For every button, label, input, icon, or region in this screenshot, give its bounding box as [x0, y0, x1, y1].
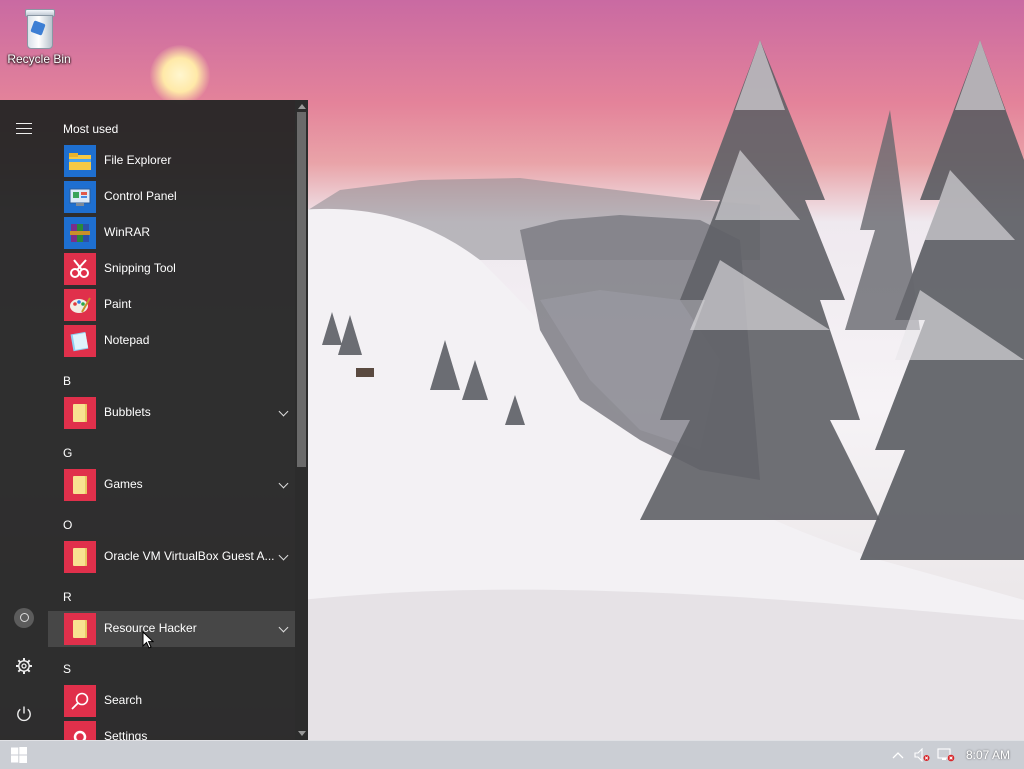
start-menu: Most used File Explorer Control Panel Wi…	[0, 100, 308, 740]
app-label: Bubblets	[104, 405, 151, 419]
group-letter-o[interactable]: O	[63, 518, 72, 532]
group-letter-r[interactable]: R	[63, 590, 72, 604]
notepad-icon	[64, 325, 96, 357]
app-snipping-tool[interactable]: Snipping Tool	[48, 251, 295, 287]
app-file-explorer[interactable]: File Explorer	[48, 143, 295, 179]
folder-icon	[64, 469, 96, 501]
search-icon	[64, 685, 96, 717]
scrollbar-thumb[interactable]	[297, 112, 306, 467]
settings-icon	[64, 721, 96, 740]
app-list: Most used File Explorer Control Panel Wi…	[48, 100, 295, 740]
start-rail	[0, 100, 48, 740]
chevron-down-icon	[278, 550, 289, 561]
start-button[interactable]	[0, 741, 38, 769]
app-label: Notepad	[104, 333, 150, 347]
control-panel-icon	[64, 181, 96, 213]
power-icon	[17, 706, 31, 722]
app-label: Search	[104, 693, 143, 707]
app-label: WinRAR	[104, 225, 151, 239]
app-label: Oracle VM VirtualBox Guest A...	[104, 549, 275, 563]
recycle-bin-icon	[22, 6, 56, 50]
recycle-bin-shortcut[interactable]: Recycle Bin	[4, 4, 74, 66]
most-used-header: Most used	[63, 122, 119, 136]
taskbar: 8:07 AM	[0, 740, 1024, 769]
group-letter-b[interactable]: B	[63, 374, 71, 388]
app-settings[interactable]: Settings	[48, 719, 295, 740]
app-folder-bubblets[interactable]: Bubblets	[48, 395, 295, 431]
power-button[interactable]	[0, 690, 48, 738]
app-folder-resource-hacker[interactable]: Resource Hacker	[48, 611, 295, 647]
volume-muted-icon	[914, 748, 930, 762]
chevron-up-icon	[892, 752, 904, 759]
user-account-button[interactable]	[0, 594, 48, 642]
chevron-down-icon	[278, 478, 289, 489]
app-folder-oracle-vm-virtualbox[interactable]: Oracle VM VirtualBox Guest A...	[48, 539, 295, 575]
scroll-up-arrow-icon[interactable]	[298, 104, 306, 109]
show-hidden-icons-button[interactable]	[886, 741, 910, 769]
app-winrar[interactable]: WinRAR	[48, 215, 295, 251]
folder-icon	[64, 613, 96, 645]
app-notepad[interactable]: Notepad	[48, 323, 295, 359]
app-label: Paint	[104, 297, 132, 311]
app-search[interactable]: Search	[48, 683, 295, 719]
system-tray: 8:07 AM	[886, 741, 1024, 769]
gear-icon	[16, 658, 32, 674]
chevron-down-icon	[278, 622, 289, 633]
mouse-cursor-icon	[142, 631, 154, 649]
network-disconnected-icon	[937, 748, 955, 762]
app-control-panel[interactable]: Control Panel	[48, 179, 295, 215]
paint-icon	[64, 289, 96, 321]
app-paint[interactable]: Paint	[48, 287, 295, 323]
group-letter-g[interactable]: G	[63, 446, 72, 460]
file-explorer-icon	[64, 145, 96, 177]
folder-icon	[64, 541, 96, 573]
expand-menu-button[interactable]	[0, 104, 48, 152]
recycle-bin-label: Recycle Bin	[7, 52, 71, 66]
snipping-tool-icon	[64, 253, 96, 285]
folder-icon	[64, 397, 96, 429]
app-label: Snipping Tool	[104, 261, 176, 275]
app-label: Games	[104, 477, 143, 491]
scroll-down-arrow-icon[interactable]	[298, 731, 306, 736]
app-label: Control Panel	[104, 189, 177, 203]
settings-rail-button[interactable]	[0, 642, 48, 690]
chevron-down-icon	[278, 406, 289, 417]
app-label: File Explorer	[104, 153, 172, 167]
app-folder-games[interactable]: Games	[48, 467, 295, 503]
winrar-icon	[64, 217, 96, 249]
network-button[interactable]	[934, 741, 958, 769]
taskbar-clock[interactable]: 8:07 AM	[958, 748, 1024, 762]
group-letter-s[interactable]: S	[63, 662, 71, 676]
windows-logo-icon	[11, 747, 27, 763]
volume-button[interactable]	[910, 741, 934, 769]
app-label: Settings	[104, 729, 148, 740]
hamburger-icon	[16, 122, 32, 134]
app-list-scrollbar[interactable]	[295, 100, 308, 740]
user-avatar-icon	[14, 608, 34, 628]
